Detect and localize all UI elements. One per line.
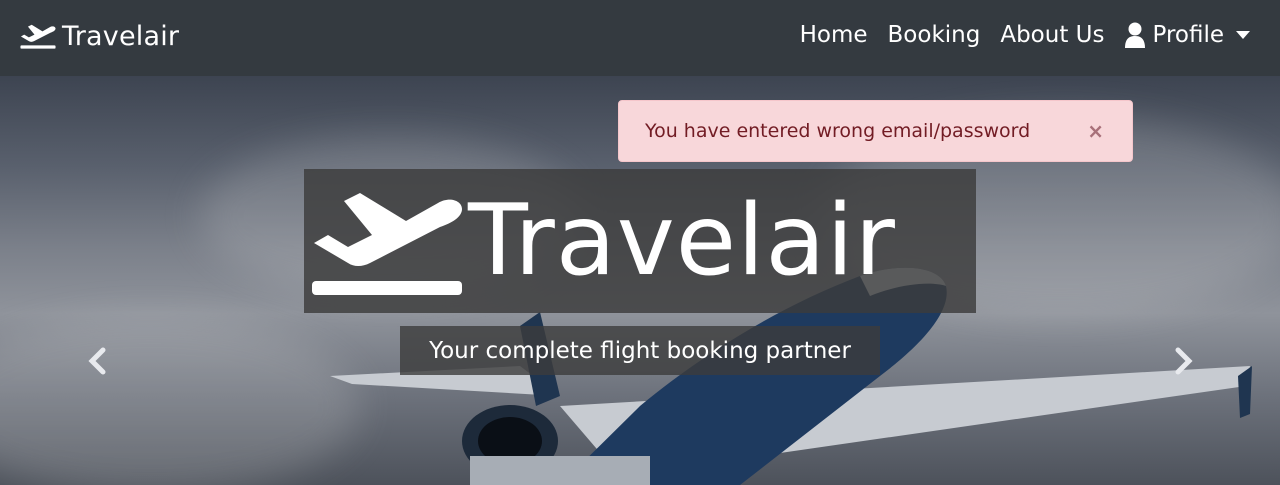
- plane-departure-icon: [312, 193, 462, 295]
- navbar-brand[interactable]: Travelair: [20, 20, 179, 52]
- brand-name: Travelair: [62, 20, 180, 52]
- error-alert: You have entered wrong email/password ×: [618, 100, 1133, 162]
- chevron-left-icon[interactable]: [83, 346, 113, 376]
- user-icon: [1125, 22, 1146, 48]
- plane-departure-icon: [20, 24, 56, 49]
- profile-dropdown-toggle[interactable]: Profile: [1124, 22, 1250, 48]
- hero-title-block: Travelair: [304, 169, 976, 313]
- close-icon[interactable]: ×: [1087, 119, 1104, 143]
- nav-link-booking[interactable]: Booking: [888, 22, 981, 48]
- caret-down-icon: [1236, 31, 1250, 39]
- nav-link-about-us[interactable]: About Us: [1000, 22, 1104, 48]
- profile-label: Profile: [1152, 22, 1224, 48]
- nav-link-home[interactable]: Home: [800, 22, 868, 48]
- nav-links: Home Booking About Us Profile: [780, 22, 1250, 48]
- hero-subtitle: Your complete flight booking partner: [400, 326, 880, 375]
- alert-message: You have entered wrong email/password: [645, 120, 1031, 142]
- chevron-right-icon[interactable]: [1168, 346, 1198, 376]
- navbar: Travelair Home Booking About Us Profile: [0, 0, 1280, 76]
- hero-title: Travelair: [468, 184, 896, 298]
